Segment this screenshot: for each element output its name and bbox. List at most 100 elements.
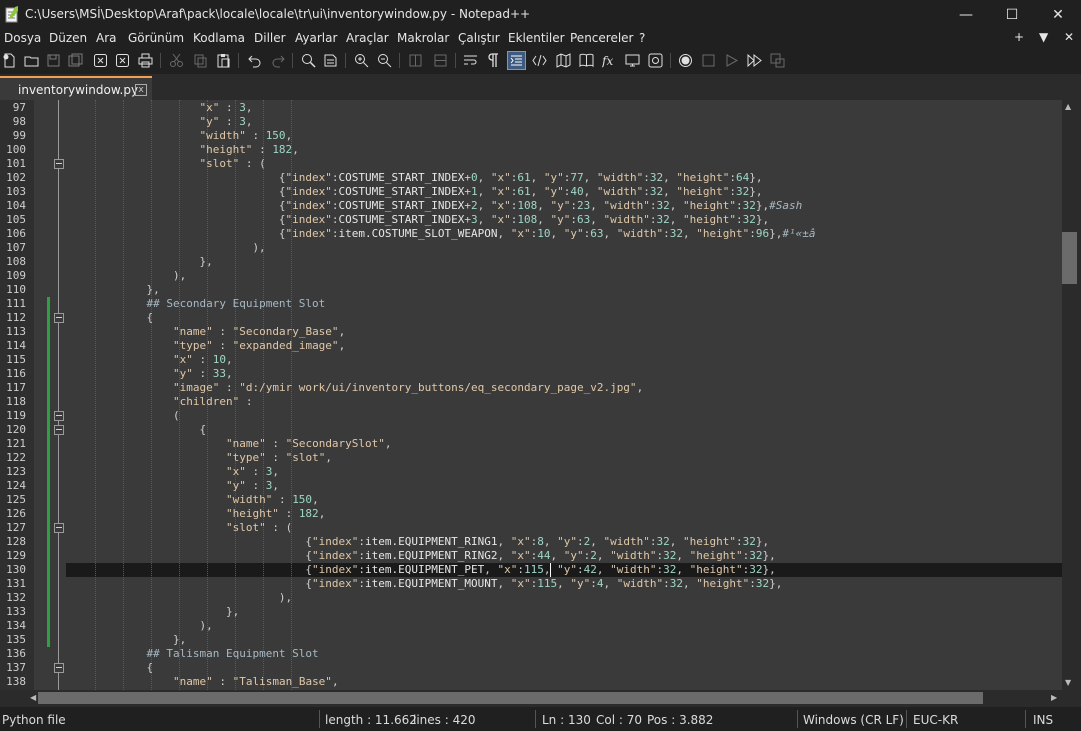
fold-toggle-icon[interactable] [54, 523, 64, 533]
menu-duzen[interactable]: Düzen [49, 31, 87, 45]
sync-v-icon[interactable] [407, 52, 424, 69]
horizontal-scrollbar[interactable]: ◀ ▶ [0, 690, 1081, 707]
code-line: "y" : 33, [172, 367, 233, 380]
code-line: ), [252, 241, 266, 254]
code-line: {"index":COSTUME_START_INDEX+1, "x":61, … [278, 185, 763, 198]
sync-h-icon[interactable] [432, 52, 449, 69]
code-line: "height" : 182, [225, 507, 326, 520]
fold-toggle-icon[interactable] [54, 313, 64, 323]
code-line: ## Secondary Equipment Slot [146, 297, 326, 310]
code-line: }, [172, 633, 187, 646]
code-line: {"index":item.EQUIPMENT_MOUNT, "x":115, … [305, 577, 783, 590]
maximize-button[interactable]: ☐ [989, 0, 1035, 30]
run-macro-multi-icon[interactable] [746, 52, 763, 69]
code-editor[interactable]: "x" : 3, "y" : 3, "width" : 150, "height… [0, 100, 1062, 690]
replace-icon[interactable] [322, 52, 339, 69]
paste-icon[interactable] [215, 52, 232, 69]
cut-icon[interactable] [168, 52, 185, 69]
line-number: 123 [6, 465, 26, 478]
close-window-button[interactable]: ✕ [1035, 0, 1081, 30]
status-language: Python file [2, 713, 66, 727]
code-line: }, [225, 605, 240, 618]
fold-toggle-icon[interactable] [54, 159, 64, 169]
save-macro-icon[interactable] [769, 52, 786, 69]
tab-bar: inventorywindow.py x [0, 74, 1081, 100]
code-line: "x" : 3, [225, 465, 279, 478]
stop-macro-icon[interactable] [700, 52, 717, 69]
wrap-icon[interactable] [462, 52, 479, 69]
status-lines: lines : 420 [413, 713, 476, 727]
print-icon[interactable] [137, 52, 154, 69]
status-length: length : 11.662 [325, 713, 417, 727]
find-icon[interactable] [300, 52, 317, 69]
open-icon[interactable] [23, 52, 40, 69]
line-number: 119 [6, 409, 26, 422]
menu-diller[interactable]: Diller [254, 31, 286, 45]
menu-help[interactable]: ? [639, 31, 645, 45]
tab-close-button[interactable]: x [135, 84, 147, 96]
close-all-icon[interactable] [114, 52, 131, 69]
line-number: 103 [6, 185, 26, 198]
fold-toggle-icon[interactable] [54, 663, 64, 673]
menu-kodlama[interactable]: Kodlama [193, 31, 245, 45]
doc-map-icon[interactable] [555, 52, 572, 69]
focus-icon[interactable] [647, 52, 664, 69]
menu-calistir[interactable]: Çalıştır [458, 31, 500, 45]
tab-list-dropdown-button[interactable]: ▼ [1039, 30, 1048, 44]
redo-icon[interactable] [270, 52, 287, 69]
scroll-up-arrow-icon[interactable]: ▲ [1065, 102, 1071, 111]
copy-icon[interactable] [192, 52, 209, 69]
horizontal-scroll-thumb[interactable] [38, 692, 983, 704]
scroll-left-arrow-icon[interactable]: ◀ [30, 693, 36, 702]
scroll-right-arrow-icon[interactable]: ▶ [1051, 693, 1057, 702]
line-number: 104 [6, 199, 26, 212]
status-divider [906, 710, 907, 728]
code-line: "children" : [172, 395, 253, 408]
scroll-down-arrow-icon[interactable]: ▼ [1065, 678, 1071, 687]
title-bar: C:\Users\MSİ\Desktop\Araf\pack\locale\lo… [0, 0, 1081, 30]
menu-pencereler[interactable]: Pencereler [570, 31, 633, 45]
play-macro-icon[interactable] [723, 52, 740, 69]
menu-eklentiler[interactable]: Eklentiler [508, 31, 565, 45]
menu-ayarlar[interactable]: Ayarlar [295, 31, 337, 45]
notepadpp-app-icon[interactable] [5, 6, 19, 23]
new-tab-plus-button[interactable]: + [1014, 30, 1024, 44]
menu-gorunum[interactable]: Görünüm [128, 31, 184, 45]
code-line: { [146, 661, 154, 674]
record-macro-icon[interactable] [677, 52, 694, 69]
all-chars-icon[interactable] [485, 52, 502, 69]
menu-makrolar[interactable]: Makrolar [397, 31, 449, 45]
toolbar-separator [399, 53, 400, 68]
menu-ara[interactable]: Ara [96, 31, 117, 45]
function-list-icon[interactable] [578, 52, 595, 69]
monitor-icon[interactable] [624, 52, 641, 69]
lang-icon[interactable] [531, 52, 548, 69]
code-line: ), [278, 591, 293, 604]
menu-dosya[interactable]: Dosya [4, 31, 41, 45]
minimize-button[interactable]: — [943, 0, 989, 30]
line-number: 109 [6, 269, 26, 282]
menu-araclar[interactable]: Araçlar [346, 31, 389, 45]
line-number: 132 [6, 591, 26, 604]
new-file-icon[interactable] [1, 52, 18, 69]
status-divider [1025, 710, 1026, 728]
tab-inventorywindow[interactable]: inventorywindow.py x [0, 76, 152, 100]
fold-toggle-icon[interactable] [54, 425, 64, 435]
code-line: {"index":COSTUME_START_INDEX+0, "x":61, … [278, 171, 763, 184]
fx-icon[interactable]: fx [601, 52, 618, 69]
save-icon[interactable] [45, 52, 62, 69]
status-divider [535, 710, 536, 728]
zoom-out-icon[interactable] [376, 52, 393, 69]
zoom-in-icon[interactable] [353, 52, 370, 69]
undo-icon[interactable] [246, 52, 263, 69]
close-icon[interactable] [92, 52, 109, 69]
code-line: ## Talisman Equipment Slot [146, 647, 319, 660]
fold-toggle-icon[interactable] [54, 411, 64, 421]
vertical-scroll-thumb[interactable] [1062, 232, 1077, 284]
code-line: "y" : 3, [225, 479, 279, 492]
line-number: 120 [6, 423, 26, 436]
indent-guide-icon[interactable] [507, 51, 526, 70]
close-doc-button[interactable]: ✕ [1064, 30, 1074, 44]
vertical-scrollbar[interactable]: ▲ ▼ [1062, 100, 1081, 690]
save-all-icon[interactable] [67, 52, 84, 69]
